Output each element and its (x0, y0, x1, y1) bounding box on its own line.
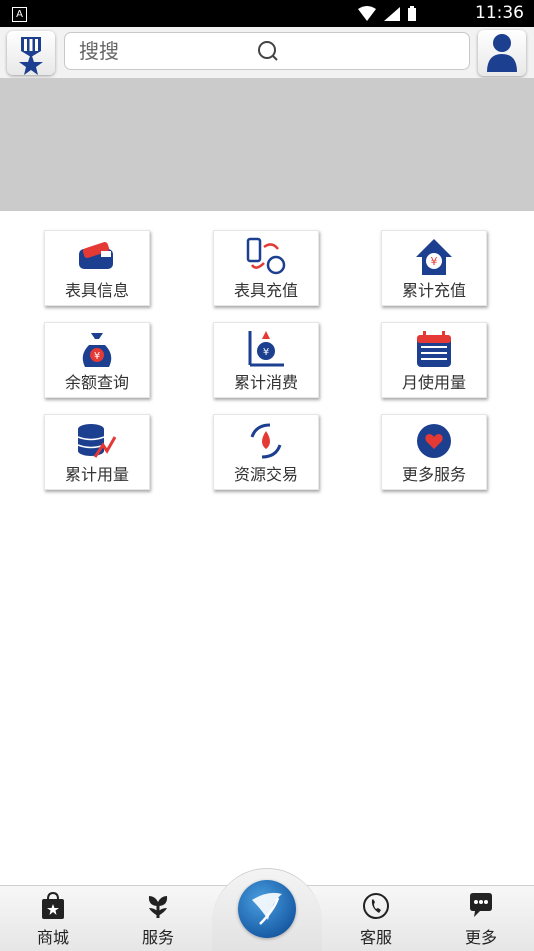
app-notification-icon: A (12, 7, 27, 22)
logo-button[interactable] (7, 31, 55, 75)
flower-icon (148, 896, 168, 918)
shopping-bag-icon (42, 892, 64, 919)
clock: 11:36 (475, 3, 524, 23)
tile-resource-trade[interactable]: 资源交易 (213, 414, 319, 490)
tile-total-usage[interactable]: 累计用量 (44, 414, 150, 490)
top-bar (0, 27, 534, 79)
tile-total-consumption[interactable]: ¥ 累计消费 (213, 322, 319, 398)
nav-item-more[interactable]: 更多 (446, 886, 516, 951)
battery-icon (408, 8, 416, 21)
tile-monthly-usage[interactable]: 月使用量 (381, 322, 487, 398)
tile-meter-info[interactable]: 表具信息 (44, 230, 150, 306)
money-bag-icon: ¥ (82, 333, 112, 367)
status-icons (356, 5, 426, 27)
yen-house-icon: ¥ (416, 239, 452, 275)
tile-label: 表具信息 (64, 281, 129, 300)
search-bar[interactable] (64, 32, 470, 70)
wifi-icon (358, 6, 376, 21)
banner[interactable] (0, 78, 534, 211)
nav-item-mall[interactable]: 商城 (18, 886, 88, 951)
nav-label: 服务 (141, 928, 174, 947)
logo-icon (19, 37, 43, 75)
water-exchange-icon (250, 423, 282, 459)
calendar-icon (417, 331, 451, 367)
svg-text:¥: ¥ (263, 347, 269, 358)
consumption-chart-icon: ¥ (248, 331, 284, 367)
tile-label: 资源交易 (233, 465, 298, 484)
heart-icon (417, 424, 451, 458)
tile-label: 累计充值 (401, 281, 466, 300)
home-logo-icon (252, 892, 282, 925)
tile-meter-recharge[interactable]: 表具充值 (213, 230, 319, 306)
tile-label: 余额查询 (64, 373, 129, 392)
user-button[interactable] (478, 30, 526, 76)
tile-label: 累计用量 (64, 465, 129, 484)
tile-more-services[interactable]: 更多服务 (381, 414, 487, 490)
phone-recharge-icon (246, 237, 286, 275)
tile-label: 累计消费 (233, 373, 298, 392)
svg-text:¥: ¥ (431, 255, 438, 268)
svg-text:¥: ¥ (94, 351, 100, 362)
home-center-button[interactable] (238, 880, 296, 938)
meter-card-icon (79, 242, 113, 269)
nav-item-service[interactable]: 服务 (123, 886, 193, 951)
search-input[interactable] (77, 38, 251, 64)
tile-label: 月使用量 (401, 373, 466, 392)
signal-icon (384, 7, 400, 21)
tile-label: 表具充值 (233, 281, 298, 300)
database-trend-icon (77, 424, 117, 458)
nav-item-customer-service[interactable]: 客服 (341, 886, 411, 951)
tile-label: 更多服务 (401, 465, 466, 484)
tile-balance-query[interactable]: ¥ 余额查询 (44, 322, 150, 398)
status-bar: A 11:36 (0, 0, 534, 27)
phone-icon (363, 893, 389, 919)
user-icon (487, 34, 517, 72)
nav-label: 客服 (359, 928, 392, 947)
nav-label: 更多 (464, 928, 497, 947)
search-icon[interactable] (257, 40, 281, 64)
chat-icon (470, 893, 492, 917)
tile-total-recharge[interactable]: ¥ 累计充值 (381, 230, 487, 306)
nav-label: 商城 (36, 928, 69, 947)
